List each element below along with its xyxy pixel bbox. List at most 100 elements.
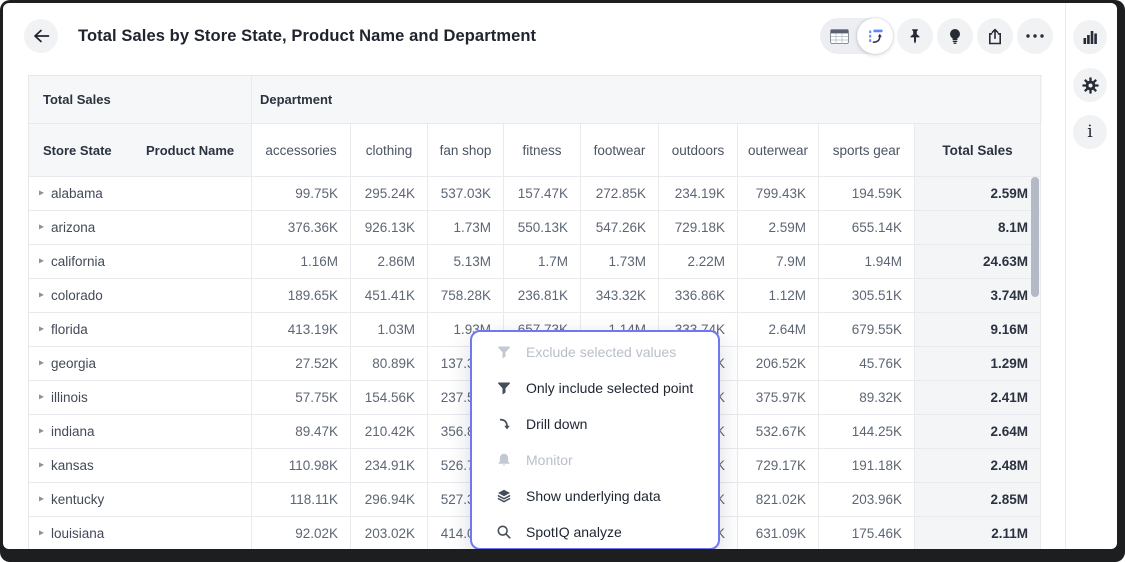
expand-caret-icon[interactable]: ▸ bbox=[39, 392, 44, 403]
value-cell[interactable]: 203.96K bbox=[819, 483, 915, 517]
pin-button[interactable] bbox=[897, 18, 933, 54]
chart-panel-button[interactable] bbox=[1073, 20, 1107, 54]
column-header[interactable]: clothing bbox=[351, 124, 428, 177]
column-header[interactable]: footwear bbox=[581, 124, 659, 177]
context-menu-item[interactable]: SpotIQ analyze bbox=[472, 514, 718, 549]
value-cell[interactable]: 234.91K bbox=[351, 449, 428, 483]
value-cell[interactable]: 799.43K bbox=[738, 177, 819, 211]
total-cell[interactable]: 3.74M bbox=[915, 279, 1041, 313]
value-cell[interactable]: 1.03M bbox=[351, 313, 428, 347]
total-cell[interactable]: 2.85M bbox=[915, 483, 1041, 517]
total-column-header[interactable]: Total Sales bbox=[915, 124, 1041, 177]
scrollbar-thumb[interactable] bbox=[1031, 177, 1039, 297]
value-cell[interactable]: 343.32K bbox=[581, 279, 659, 313]
column-header[interactable]: sports gear bbox=[819, 124, 915, 177]
value-cell[interactable]: 547.26K bbox=[581, 211, 659, 245]
row-expand-cell[interactable]: ▸california bbox=[29, 245, 252, 279]
total-cell[interactable]: 2.41M bbox=[915, 381, 1041, 415]
total-cell[interactable]: 2.64M bbox=[915, 415, 1041, 449]
value-cell[interactable]: 1.73M bbox=[581, 245, 659, 279]
context-menu-item[interactable]: Drill down bbox=[472, 406, 718, 442]
value-cell[interactable]: 206.52K bbox=[738, 347, 819, 381]
value-cell[interactable]: 89.47K bbox=[252, 415, 351, 449]
total-cell[interactable]: 2.11M bbox=[915, 517, 1041, 549]
value-cell[interactable]: 655.14K bbox=[819, 211, 915, 245]
total-cell[interactable]: 2.48M bbox=[915, 449, 1041, 483]
value-cell[interactable]: 729.18K bbox=[659, 211, 738, 245]
row-expand-cell[interactable]: ▸kansas bbox=[29, 449, 252, 483]
value-cell[interactable]: 1.73M bbox=[428, 211, 504, 245]
value-cell[interactable]: 92.02K bbox=[252, 517, 351, 549]
value-cell[interactable]: 1.7M bbox=[504, 245, 581, 279]
value-cell[interactable]: 375.97K bbox=[738, 381, 819, 415]
value-cell[interactable]: 296.94K bbox=[351, 483, 428, 517]
value-cell[interactable]: 5.13M bbox=[428, 245, 504, 279]
value-cell[interactable]: 191.18K bbox=[819, 449, 915, 483]
product-name-header[interactable]: Product Name bbox=[146, 143, 234, 158]
value-cell[interactable]: 821.02K bbox=[738, 483, 819, 517]
value-cell[interactable]: 89.32K bbox=[819, 381, 915, 415]
value-cell[interactable]: 1.16M bbox=[252, 245, 351, 279]
value-cell[interactable]: 413.19K bbox=[252, 313, 351, 347]
value-cell[interactable]: 305.51K bbox=[819, 279, 915, 313]
value-cell[interactable]: 758.28K bbox=[428, 279, 504, 313]
value-cell[interactable]: 45.76K bbox=[819, 347, 915, 381]
value-cell[interactable]: 27.52K bbox=[252, 347, 351, 381]
expand-caret-icon[interactable]: ▸ bbox=[39, 324, 44, 335]
value-cell[interactable]: 631.09K bbox=[738, 517, 819, 549]
value-cell[interactable]: 99.75K bbox=[252, 177, 351, 211]
value-cell[interactable]: 175.46K bbox=[819, 517, 915, 549]
value-cell[interactable]: 532.67K bbox=[738, 415, 819, 449]
expand-caret-icon[interactable]: ▸ bbox=[39, 256, 44, 267]
expand-caret-icon[interactable]: ▸ bbox=[39, 222, 44, 233]
value-cell[interactable]: 7.9M bbox=[738, 245, 819, 279]
row-expand-cell[interactable]: ▸florida bbox=[29, 313, 252, 347]
insights-button[interactable] bbox=[937, 18, 973, 54]
value-cell[interactable]: 189.65K bbox=[252, 279, 351, 313]
value-cell[interactable]: 376.36K bbox=[252, 211, 351, 245]
row-expand-cell[interactable]: ▸illinois bbox=[29, 381, 252, 415]
context-menu-item[interactable]: Only include selected point bbox=[472, 370, 718, 406]
value-cell[interactable]: 2.59M bbox=[738, 211, 819, 245]
total-cell[interactable]: 1.29M bbox=[915, 347, 1041, 381]
value-cell[interactable]: 729.17K bbox=[738, 449, 819, 483]
total-cell[interactable]: 2.59M bbox=[915, 177, 1041, 211]
table-view-button[interactable] bbox=[820, 18, 858, 54]
row-expand-cell[interactable]: ▸indiana bbox=[29, 415, 252, 449]
total-cell[interactable]: 24.63M bbox=[915, 245, 1041, 279]
value-cell[interactable]: 1.12M bbox=[738, 279, 819, 313]
more-actions-button[interactable] bbox=[1017, 18, 1053, 54]
value-cell[interactable]: 118.11K bbox=[252, 483, 351, 517]
share-button[interactable] bbox=[977, 18, 1013, 54]
total-cell[interactable]: 9.16M bbox=[915, 313, 1041, 347]
value-cell[interactable]: 550.13K bbox=[504, 211, 581, 245]
row-expand-cell[interactable]: ▸louisiana bbox=[29, 517, 252, 549]
value-cell[interactable]: 2.86M bbox=[351, 245, 428, 279]
column-header[interactable]: fitness bbox=[504, 124, 581, 177]
info-panel-button[interactable]: i bbox=[1073, 115, 1107, 149]
chart-config-button[interactable] bbox=[857, 18, 893, 54]
value-cell[interactable]: 154.56K bbox=[351, 381, 428, 415]
back-button[interactable] bbox=[24, 19, 58, 53]
value-cell[interactable]: 144.25K bbox=[819, 415, 915, 449]
value-cell[interactable]: 80.89K bbox=[351, 347, 428, 381]
expand-caret-icon[interactable]: ▸ bbox=[39, 426, 44, 437]
row-expand-cell[interactable]: ▸georgia bbox=[29, 347, 252, 381]
value-cell[interactable]: 272.85K bbox=[581, 177, 659, 211]
value-cell[interactable]: 203.02K bbox=[351, 517, 428, 549]
value-cell[interactable]: 537.03K bbox=[428, 177, 504, 211]
total-cell[interactable]: 8.1M bbox=[915, 211, 1041, 245]
value-cell[interactable]: 236.81K bbox=[504, 279, 581, 313]
value-cell[interactable]: 57.75K bbox=[252, 381, 351, 415]
row-expand-cell[interactable]: ▸colorado bbox=[29, 279, 252, 313]
row-expand-cell[interactable]: ▸arizona bbox=[29, 211, 252, 245]
store-state-header[interactable]: Store State bbox=[43, 143, 112, 158]
value-cell[interactable]: 295.24K bbox=[351, 177, 428, 211]
expand-caret-icon[interactable]: ▸ bbox=[39, 358, 44, 369]
value-cell[interactable]: 679.55K bbox=[819, 313, 915, 347]
value-cell[interactable]: 210.42K bbox=[351, 415, 428, 449]
expand-caret-icon[interactable]: ▸ bbox=[39, 460, 44, 471]
expand-caret-icon[interactable]: ▸ bbox=[39, 290, 44, 301]
value-cell[interactable]: 336.86K bbox=[659, 279, 738, 313]
value-cell[interactable]: 110.98K bbox=[252, 449, 351, 483]
